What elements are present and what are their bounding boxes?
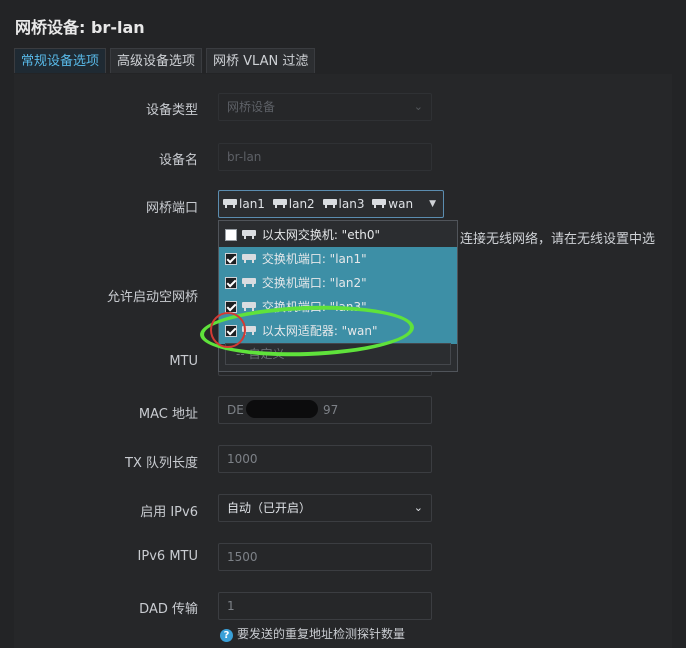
caret-down-icon: ▼: [429, 199, 436, 209]
device-type-value: 网桥设备: [227, 100, 276, 114]
ipv6-mtu-input[interactable]: 1500: [218, 543, 432, 571]
ethernet-port-icon: [272, 199, 287, 209]
dad-input[interactable]: 1: [218, 592, 432, 620]
bridge-ports-select[interactable]: lan1 lan2 lan3 wan ▼: [218, 190, 444, 218]
network-adapter-icon: [372, 199, 387, 209]
mtu-label: MTU: [169, 354, 198, 369]
dad-label: DAD 传输: [139, 602, 198, 617]
device-type-select: 网桥设备 ⌄: [218, 93, 432, 121]
bring-up-empty-label: 允许启动空网桥: [106, 290, 198, 305]
option-eth0[interactable]: 以太网交换机: "eth0": [219, 223, 457, 248]
tab-advanced[interactable]: 高级设备选项: [110, 48, 203, 73]
checkbox-checked[interactable]: [225, 253, 237, 265]
port-chip-lan2: lan2: [272, 191, 315, 217]
ipv6-mtu-label: IPv6 MTU: [137, 549, 198, 564]
option-lan2[interactable]: 交换机端口: "lan2": [219, 271, 457, 296]
ethernet-port-icon: [242, 278, 256, 288]
page-title: 网桥设备: br-lan: [15, 18, 145, 37]
switch-icon: [242, 230, 256, 240]
chevron-down-icon: ⌄: [413, 100, 423, 113]
bridge-ports-label: 网桥端口: [145, 201, 198, 216]
mac-label: MAC 地址: [138, 407, 198, 422]
ipv6-value: 自动（已开启）: [227, 501, 312, 515]
bridge-ports-hint: 连接无线网络，请在无线设置中选: [460, 232, 656, 247]
ipv6-select[interactable]: 自动（已开启） ⌄: [218, 494, 432, 522]
checkbox-unchecked[interactable]: [225, 229, 237, 241]
tab-general[interactable]: 常规设备选项: [14, 48, 107, 73]
ethernet-port-icon: [223, 199, 237, 209]
device-name-input: br-lan: [218, 143, 432, 171]
redaction-mark: [246, 400, 318, 418]
option-lan1[interactable]: 交换机端口: "lan1": [219, 247, 457, 272]
chevron-down-icon: ⌄: [413, 501, 423, 514]
help-icon: ?: [220, 629, 233, 642]
dad-description: ? 要发送的重复地址检测探针数量: [220, 625, 405, 642]
device-name-label: 设备名: [158, 153, 198, 168]
ethernet-port-icon: [322, 199, 337, 209]
mac-value-prefix: DE: [227, 403, 244, 417]
mac-value-suffix: 97: [323, 403, 339, 417]
checkbox-checked[interactable]: [225, 277, 237, 289]
tab-vlan-filter[interactable]: 网桥 VLAN 过滤: [206, 48, 316, 73]
tab-bar: 常规设备选项 高级设备选项 网桥 VLAN 过滤: [14, 48, 672, 75]
ipv6-label: 启用 IPv6: [140, 505, 198, 520]
device-type-label: 设备类型: [145, 103, 198, 118]
port-chip-lan1: lan1: [223, 191, 265, 217]
red-annotation-circle: [210, 312, 246, 348]
port-chip-wan: wan: [372, 191, 413, 217]
txqueuelen-input[interactable]: 1000: [218, 445, 432, 473]
txqueuelen-label: TX 队列长度: [125, 456, 198, 471]
port-chip-lan3: lan3: [322, 191, 364, 217]
ethernet-port-icon: [242, 254, 256, 264]
